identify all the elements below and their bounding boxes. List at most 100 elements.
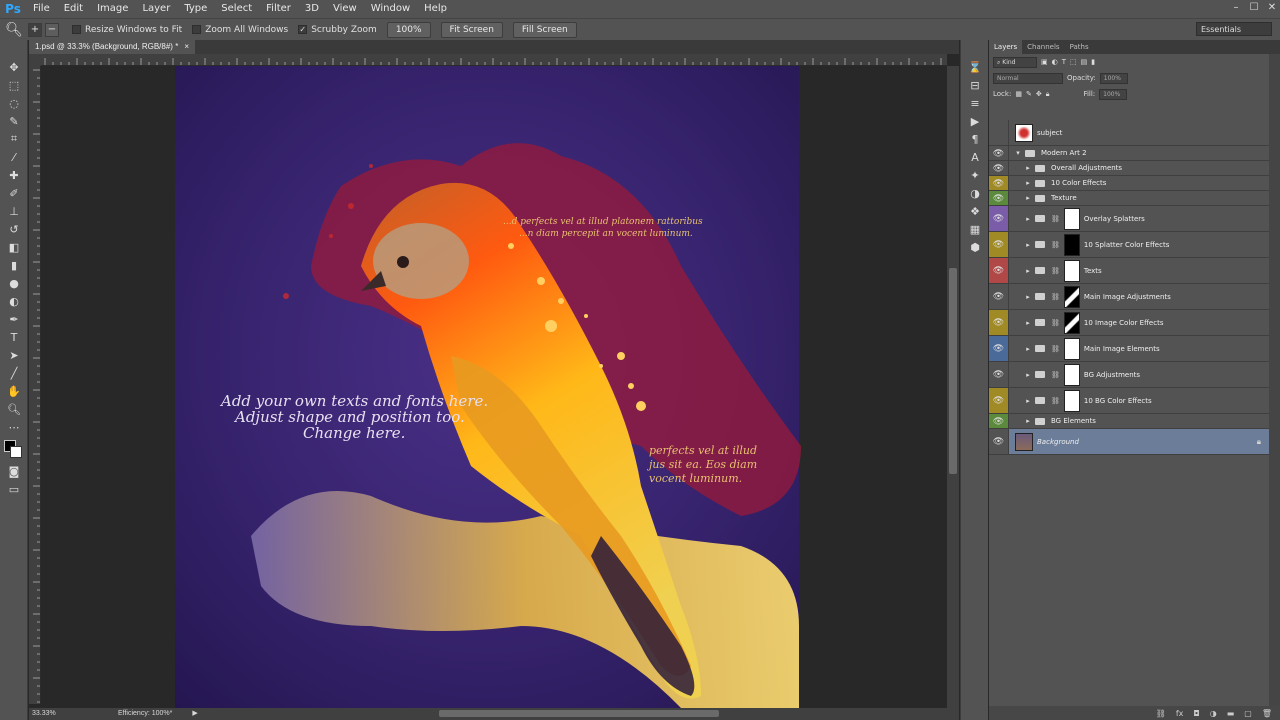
visibility-eye-icon[interactable] xyxy=(989,120,1009,145)
fit-screen-button[interactable]: Fit Screen xyxy=(440,21,503,38)
visibility-eye-icon[interactable]: 👁︎ xyxy=(989,310,1009,335)
blur-tool-icon[interactable]: ● xyxy=(0,274,28,292)
status-arrow-icon[interactable]: ▶ xyxy=(192,708,197,720)
maximize-button[interactable]: ☐ xyxy=(1246,0,1262,14)
mask-link-icon[interactable]: ⛓ xyxy=(1051,397,1060,405)
stamp-tool-icon[interactable]: ⊥ xyxy=(0,202,28,220)
blend-mode-select[interactable]: Normal xyxy=(993,72,1063,84)
layer-name[interactable]: BG Elements xyxy=(1051,417,1096,425)
layer-name[interactable]: Texture xyxy=(1051,194,1077,202)
add-mask-icon[interactable]: ◘ xyxy=(1193,709,1199,718)
more-tools-icon[interactable]: ⋯ xyxy=(0,418,28,436)
mask-link-icon[interactable]: ⛓ xyxy=(1051,293,1060,301)
link-layers-icon[interactable]: ⛓ xyxy=(1156,709,1166,718)
layer-name[interactable]: Main Image Elements xyxy=(1084,345,1160,353)
layer-name[interactable]: Overall Adjustments xyxy=(1051,164,1122,172)
expand-right-icon[interactable]: ▸ xyxy=(1023,179,1033,187)
layer-name[interactable]: BG Adjustments xyxy=(1084,371,1140,379)
menu-help[interactable]: Help xyxy=(417,0,454,18)
fill-input[interactable]: 100% xyxy=(1099,88,1128,100)
eraser-tool-icon[interactable]: ◧ xyxy=(0,238,28,256)
visibility-eye-icon[interactable]: 👁︎ xyxy=(989,429,1009,454)
healing-tool-icon[interactable]: ✚ xyxy=(0,166,28,184)
panel-scrollbar[interactable] xyxy=(1269,54,1280,706)
filter-adjust-icon[interactable]: ◐ xyxy=(1052,58,1058,66)
document-tab[interactable]: 1.psd @ 33.3% (Background, RGB/8#) * × xyxy=(29,40,195,54)
history-brush-icon[interactable]: ↺ xyxy=(0,220,28,238)
expand-right-icon[interactable]: ▸ xyxy=(1023,293,1033,301)
vertical-scrollbar[interactable] xyxy=(947,66,959,708)
layer-row[interactable]: 👁︎ ▸ ⛓ BG Adjustments xyxy=(989,362,1269,388)
expand-right-icon[interactable]: ▸ xyxy=(1023,397,1033,405)
lock-transparent-icon[interactable]: ▦ xyxy=(1015,90,1022,98)
zoom-level[interactable]: 33.33% xyxy=(32,708,58,720)
history-panel-icon[interactable]: ⌛ xyxy=(961,58,989,76)
close-button[interactable]: ✕ xyxy=(1264,0,1280,14)
character-icon[interactable]: A xyxy=(961,148,989,166)
mask-link-icon[interactable]: ⛓ xyxy=(1051,371,1060,379)
type-tool-icon[interactable]: T xyxy=(0,328,28,346)
layer-row[interactable]: 👁︎ ▸ ⛓ Texts xyxy=(989,258,1269,284)
menu-edit[interactable]: Edit xyxy=(57,0,90,18)
kind-filter[interactable]: ⌕ Kind xyxy=(993,56,1037,68)
adjustments-icon[interactable]: ◑ xyxy=(961,184,989,202)
new-layer-icon[interactable]: ▢ xyxy=(1244,709,1252,718)
mask-link-icon[interactable]: ⛓ xyxy=(1051,215,1060,223)
color-swatches[interactable] xyxy=(0,436,27,462)
layer-name[interactable]: subject xyxy=(1037,129,1062,137)
layer-row[interactable]: 👁︎ ▸ ⛓ 10 Splatter Color Effects xyxy=(989,232,1269,258)
filter-shape-icon[interactable]: ⬚ xyxy=(1070,58,1077,66)
layer-name[interactable]: 10 Splatter Color Effects xyxy=(1084,241,1169,249)
layer-name[interactable]: Background xyxy=(1037,438,1079,446)
paragraph-icon[interactable]: ¶ xyxy=(961,130,989,148)
visibility-eye-icon[interactable]: 👁︎ xyxy=(989,206,1009,231)
canvas-viewport[interactable]: Add your own texts and fonts here. Adjus… xyxy=(41,66,947,708)
mask-thumbnail[interactable] xyxy=(1063,337,1080,360)
visibility-eye-icon[interactable]: 👁︎ xyxy=(989,362,1009,387)
properties-panel-icon[interactable]: ≡ xyxy=(961,94,989,112)
expand-right-icon[interactable]: ▸ xyxy=(1023,215,1033,223)
zoom-all-windows-checkbox[interactable]: Zoom All Windows xyxy=(192,25,288,35)
visibility-eye-icon[interactable]: 👁︎ xyxy=(989,258,1009,283)
zoom-tool-icon[interactable]: 🔍︎ xyxy=(0,22,28,38)
mask-thumbnail[interactable] xyxy=(1063,311,1080,334)
close-tab-icon[interactable]: × xyxy=(184,40,189,54)
layer-thumbnail[interactable] xyxy=(1015,123,1033,142)
minimize-button[interactable]: – xyxy=(1228,0,1244,14)
tab-layers[interactable]: Layers xyxy=(989,40,1023,54)
menu-type[interactable]: Type xyxy=(177,0,214,18)
expand-right-icon[interactable]: ▸ xyxy=(1023,267,1033,275)
layer-row[interactable]: 👁︎ ▸ ⛓ Main Image Adjustments xyxy=(989,284,1269,310)
filter-toggle-icon[interactable]: ▮ xyxy=(1091,58,1095,66)
opacity-input[interactable]: 100% xyxy=(1099,72,1128,84)
gradient-tool-icon[interactable]: ▮ xyxy=(0,256,28,274)
visibility-eye-icon[interactable]: 👁︎ xyxy=(989,176,1009,190)
delete-layer-icon[interactable]: 🗑︎ xyxy=(1262,709,1272,718)
layer-row[interactable]: 👁︎ ▸ ⛓ 10 Image Color Effects xyxy=(989,310,1269,336)
3d-icon[interactable]: ⬢ xyxy=(961,238,989,256)
zoom-100-button[interactable]: 100% xyxy=(386,21,431,38)
visibility-eye-icon[interactable]: 👁︎ xyxy=(989,161,1009,175)
visibility-eye-icon[interactable]: 👁︎ xyxy=(989,388,1009,413)
mask-link-icon[interactable]: ⛓ xyxy=(1051,345,1060,353)
expand-down-icon[interactable]: ▾ xyxy=(1013,149,1023,157)
expand-right-icon[interactable]: ▸ xyxy=(1023,417,1033,425)
menu-filter[interactable]: Filter xyxy=(259,0,298,18)
move-tool-icon[interactable]: ✥ xyxy=(0,58,28,76)
expand-right-icon[interactable]: ▸ xyxy=(1023,164,1033,172)
layer-name[interactable]: 10 Color Effects xyxy=(1051,179,1106,187)
crop-tool-icon[interactable]: ⌗ xyxy=(0,130,28,148)
layer-row[interactable]: 👁︎ ▾ Modern Art 2 xyxy=(989,146,1269,161)
resize-windows-checkbox[interactable]: Resize Windows to Fit xyxy=(72,25,182,35)
brush-presets-icon[interactable]: ✦ xyxy=(961,166,989,184)
layer-row[interactable]: 👁︎ ▸ ⛓ 10 BG Color Effects xyxy=(989,388,1269,414)
layer-name[interactable]: 10 Image Color Effects xyxy=(1084,319,1164,327)
zoom-in-button[interactable]: + xyxy=(28,22,42,37)
screen-mode-icon[interactable]: ▭ xyxy=(0,480,28,498)
layer-name[interactable]: 10 BG Color Effects xyxy=(1084,397,1152,405)
filter-type-icon[interactable]: T xyxy=(1062,58,1066,66)
mask-thumbnail[interactable] xyxy=(1063,207,1080,230)
actions-panel-icon[interactable]: ⊟ xyxy=(961,76,989,94)
fill-screen-button[interactable]: Fill Screen xyxy=(512,21,577,38)
visibility-eye-icon[interactable]: 👁︎ xyxy=(989,284,1009,309)
